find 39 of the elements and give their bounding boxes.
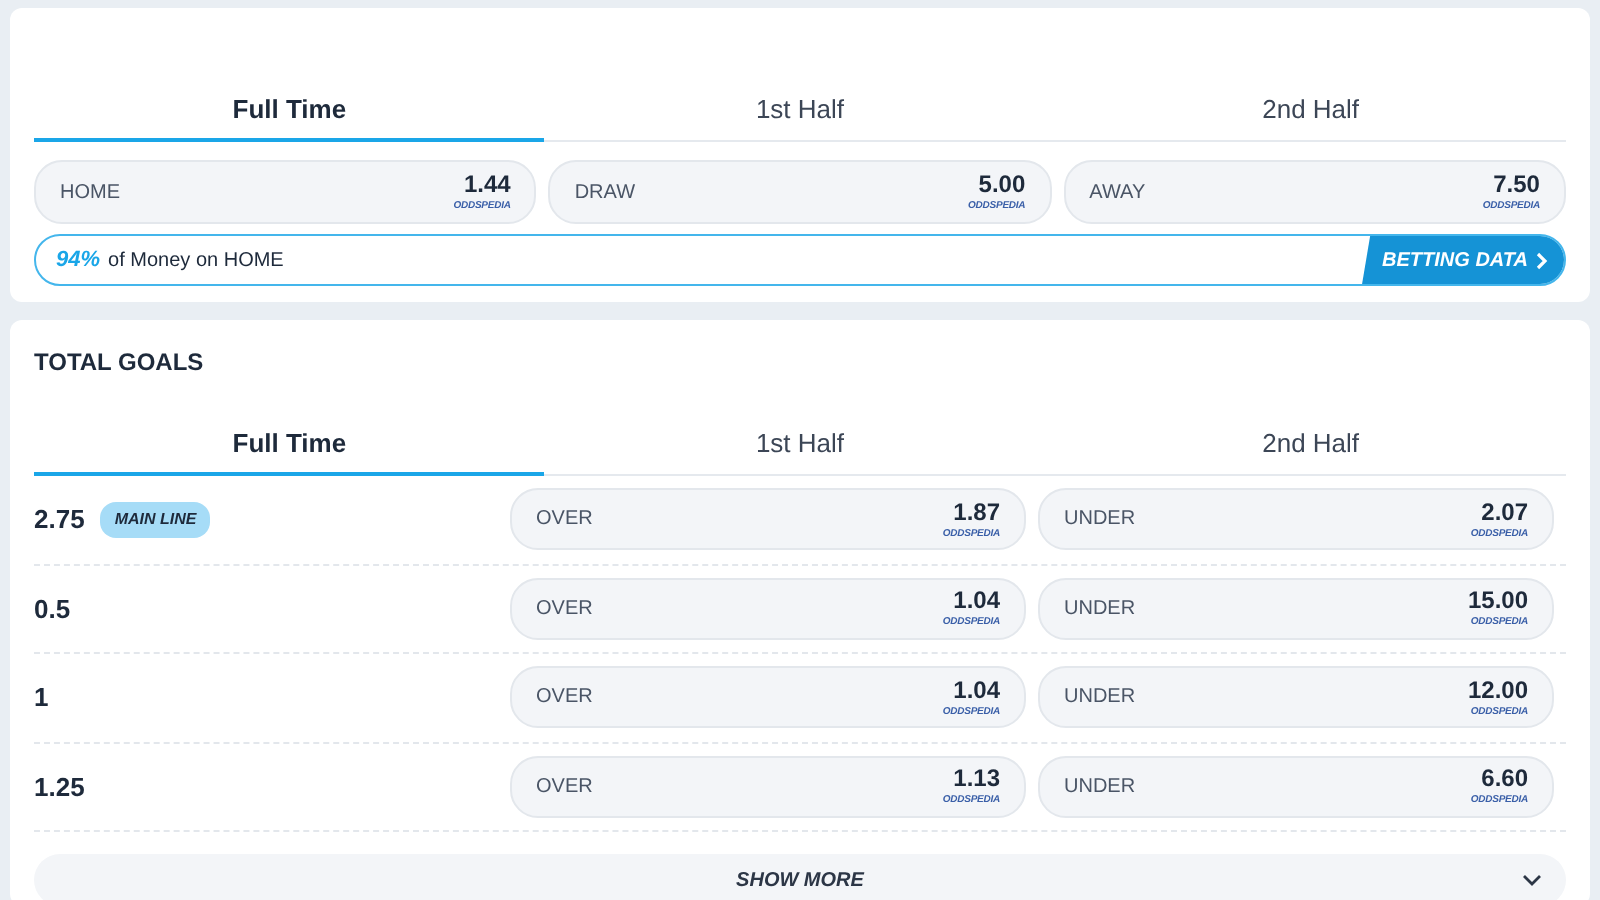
section-title: TOTAL GOALS — [34, 346, 206, 380]
odds-value: 2.07 — [1481, 499, 1528, 524]
tab[interactable]: Full Time — [34, 80, 545, 142]
odds-value: 6.60 — [1481, 766, 1528, 791]
odds-value: 12.00 — [1467, 677, 1528, 702]
odds-label: UNDER — [1064, 684, 1136, 713]
odds-label: UNDER — [1064, 506, 1136, 535]
odds-label: OVER — [536, 595, 593, 624]
odds-label: OVER — [536, 684, 593, 713]
tab[interactable]: 1st Half — [544, 80, 1056, 142]
money-percent: 94% — [56, 245, 101, 276]
odds-label: UNDER — [1064, 595, 1136, 624]
odds-value: 1.44 — [463, 172, 511, 196]
odds-value: 1.87 — [953, 499, 1000, 524]
odds-label: AWAY — [1089, 179, 1146, 207]
tab[interactable]: 2nd Half — [1055, 414, 1566, 476]
goal-line: 2.75 — [34, 502, 85, 538]
odds-label: DRAW — [574, 179, 636, 207]
tab[interactable]: 1st Half — [544, 414, 1056, 476]
chevron-right-icon — [1536, 251, 1548, 269]
chevron-down-icon — [1522, 874, 1542, 886]
odds-value: 15.00 — [1467, 588, 1528, 613]
money-text: of Money on HOME — [108, 247, 284, 275]
odds-label: UNDER — [1064, 773, 1136, 802]
goal-line: 0.5 — [34, 591, 71, 627]
odds-label: OVER — [536, 506, 593, 535]
goal-line: 1 — [34, 680, 49, 716]
odds-value: 1.13 — [953, 766, 1000, 791]
odds-value: 1.04 — [953, 677, 1000, 702]
tab[interactable]: 2nd Half — [1055, 80, 1566, 142]
tab[interactable]: Full Time — [34, 414, 545, 476]
odds-value: 1.04 — [953, 588, 1000, 613]
show-more-button[interactable]: SHOW MORE — [34, 854, 1566, 900]
odds-value: 7.50 — [1493, 172, 1540, 196]
odds-label: HOME — [60, 179, 120, 207]
odds-value: 5.00 — [978, 172, 1026, 196]
goal-line: 1.25 — [34, 769, 85, 805]
odds-label: OVER — [536, 773, 593, 802]
main-line-badge: MAIN LINE — [100, 501, 211, 538]
